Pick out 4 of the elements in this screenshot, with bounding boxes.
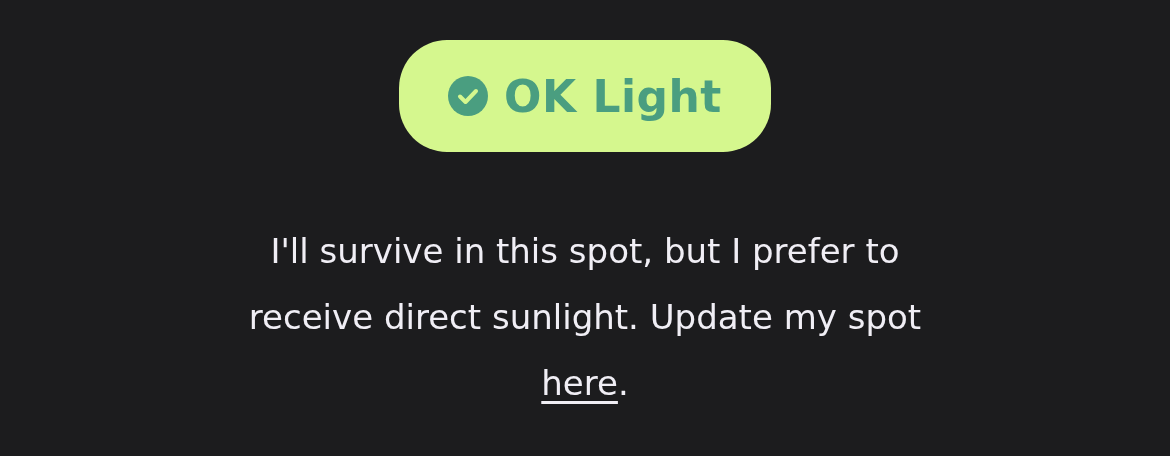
here-link[interactable]: here bbox=[541, 363, 618, 403]
message-text: I'll survive in this spot, but I prefer to receive direct sunlight. Update my spot here. bbox=[247, 230, 923, 405]
badge-label: OK Light bbox=[504, 70, 722, 122]
check-circle-icon bbox=[448, 76, 489, 116]
